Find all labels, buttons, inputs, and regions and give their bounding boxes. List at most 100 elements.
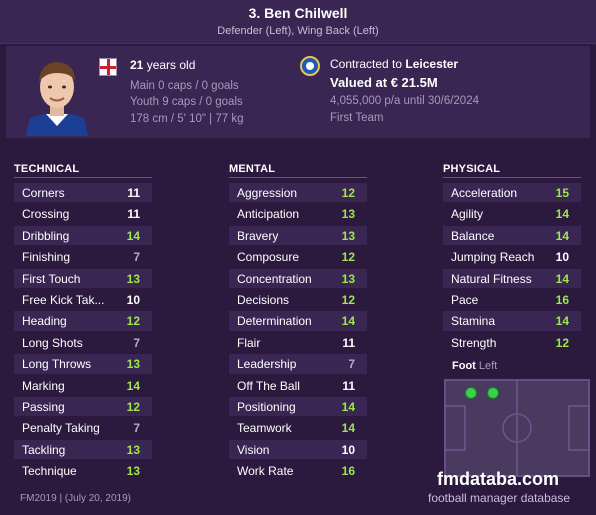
- attribute-row: Balance 14: [443, 225, 581, 246]
- attribute-row: Jumping Reach 10: [443, 246, 581, 267]
- attribute-label: Anticipation: [237, 207, 300, 222]
- attribute-value: 13: [126, 357, 140, 372]
- attribute-value: 7: [133, 250, 140, 265]
- attribute-label: Technique: [22, 464, 77, 479]
- main-caps: Main 0 caps / 0 goals: [130, 79, 239, 92]
- contract-club: Contracted to Leicester: [330, 57, 459, 71]
- attribute-value: 7: [133, 421, 140, 436]
- attribute-label: Acceleration: [451, 186, 518, 200]
- attribute-label: Strength: [451, 335, 497, 350]
- attribute-label: Marking: [22, 378, 65, 393]
- attribute-value: 16: [341, 464, 355, 479]
- attribute-value: 14: [126, 378, 140, 393]
- attribute-label: Dribbling: [22, 228, 70, 243]
- preferred-foot: Foot Left: [452, 360, 498, 372]
- player-age: 21 years old: [130, 58, 196, 72]
- attribute-value: 12: [341, 250, 355, 265]
- attribute-label: Crossing: [22, 207, 70, 222]
- attribute-row: Penalty Taking 7: [14, 417, 152, 438]
- attribute-row: Off The Ball 11: [229, 375, 367, 396]
- attribute-row: Pace 16: [443, 289, 581, 310]
- attribute-value: 10: [126, 292, 140, 307]
- attribute-label: Vision: [237, 442, 270, 457]
- mental-attributes: MENTAL Aggression 12 Anticipation 13 Bravery…: [229, 163, 367, 481]
- player-value: Valued at € 21.5M: [330, 74, 438, 90]
- attribute-row: Bravery 13: [229, 225, 367, 246]
- attribute-label: Jumping Reach: [451, 250, 535, 265]
- attribute-row: Teamwork 14: [229, 417, 367, 438]
- pitch-lines: [444, 379, 590, 477]
- attribute-row: Long Throws 13: [14, 353, 152, 374]
- attribute-row: Anticipation 13: [229, 203, 367, 224]
- attribute-row: Dribbling 14: [14, 225, 152, 246]
- player-header: 3. Ben Chilwell Defender (Left), Wing Ba…: [0, 0, 596, 44]
- attribute-label: Work Rate: [237, 464, 294, 479]
- youth-caps: Youth 9 caps / 0 goals: [130, 96, 243, 108]
- attribute-label: Passing: [22, 399, 65, 414]
- attribute-label: Natural Fitness: [451, 271, 532, 286]
- attribute-value: 13: [126, 271, 140, 286]
- attribute-value: 11: [127, 207, 140, 222]
- attribute-row: Decisions 12: [229, 289, 367, 310]
- attribute-row: Passing 12: [14, 396, 152, 417]
- attribute-row: Composure 12: [229, 246, 367, 267]
- attribute-value: 11: [342, 335, 355, 350]
- attribute-row: Agility 14: [443, 203, 581, 224]
- player-name: 3. Ben Chilwell: [248, 5, 348, 21]
- attribute-value: 10: [555, 250, 569, 265]
- attribute-label: Decisions: [237, 292, 290, 307]
- physical-title: PHYSICAL: [443, 163, 501, 175]
- attribute-value: 14: [555, 271, 569, 286]
- attribute-row: Crossing 11: [14, 203, 152, 224]
- attribute-row: Concentration 13: [229, 268, 367, 289]
- attribute-value: 14: [555, 314, 569, 329]
- attribute-row: Heading 12: [14, 310, 152, 331]
- attribute-label: Tackling: [22, 442, 66, 457]
- attribute-value: 12: [341, 186, 355, 200]
- attribute-value: 12: [555, 335, 569, 350]
- technical-attributes: TECHNICAL Corners 11 Crossing 11 Dribbling 14…: [14, 163, 152, 481]
- attribute-label: Aggression: [237, 186, 298, 200]
- attribute-value: 12: [341, 292, 355, 307]
- attribute-label: Balance: [451, 228, 495, 243]
- site-tagline: football manager database: [428, 491, 571, 505]
- leicester-badge-icon: [300, 56, 320, 76]
- attribute-row: Tackling 13: [14, 439, 152, 460]
- attribute-label: First Touch: [22, 271, 81, 286]
- attribute-row: Long Shots 7: [14, 332, 152, 353]
- attribute-label: Corners: [22, 186, 65, 200]
- squad-status: First Team: [330, 111, 384, 124]
- attribute-label: Pace: [451, 292, 479, 307]
- attribute-row: Stamina 14: [443, 310, 581, 331]
- attribute-value: 14: [126, 228, 140, 243]
- attribute-row: Flair 11: [229, 332, 367, 353]
- attribute-row: Determination 14: [229, 310, 367, 331]
- attribute-label: Finishing: [22, 250, 71, 265]
- attribute-row: Acceleration 15: [443, 182, 581, 203]
- attribute-value: 11: [127, 186, 140, 200]
- attribute-value: 13: [341, 271, 355, 286]
- player-photo: [16, 52, 98, 136]
- physical-attributes: PHYSICAL Acceleration 15 Agility 14 Balance 1…: [443, 163, 581, 353]
- physique: 178 cm / 5' 10" | 77 kg: [130, 112, 244, 125]
- england-flag-icon: [99, 58, 117, 76]
- attribute-label: Long Throws: [22, 357, 92, 372]
- player-positions: Defender (Left), Wing Back (Left): [217, 25, 379, 37]
- attribute-row: Leadership 7: [229, 353, 367, 374]
- attribute-value: 7: [133, 335, 140, 350]
- attribute-row: Natural Fitness 14: [443, 268, 581, 289]
- attribute-row: Finishing 7: [14, 246, 152, 267]
- attribute-row: Vision 10: [229, 439, 367, 460]
- attribute-label: Free Kick Tak...: [22, 292, 105, 307]
- attribute-label: Long Shots: [22, 335, 83, 350]
- attribute-value: 12: [126, 314, 140, 329]
- attribute-value: 13: [126, 442, 140, 457]
- attribute-value: 15: [555, 186, 569, 200]
- attribute-value: 10: [341, 442, 355, 457]
- attribute-row: Technique 13: [14, 460, 152, 481]
- attribute-value: 14: [555, 228, 569, 243]
- attribute-value: 16: [555, 292, 569, 307]
- attribute-label: Flair: [237, 335, 261, 350]
- position-marker-wbl: [487, 387, 499, 399]
- attribute-row: Free Kick Tak... 10: [14, 289, 152, 310]
